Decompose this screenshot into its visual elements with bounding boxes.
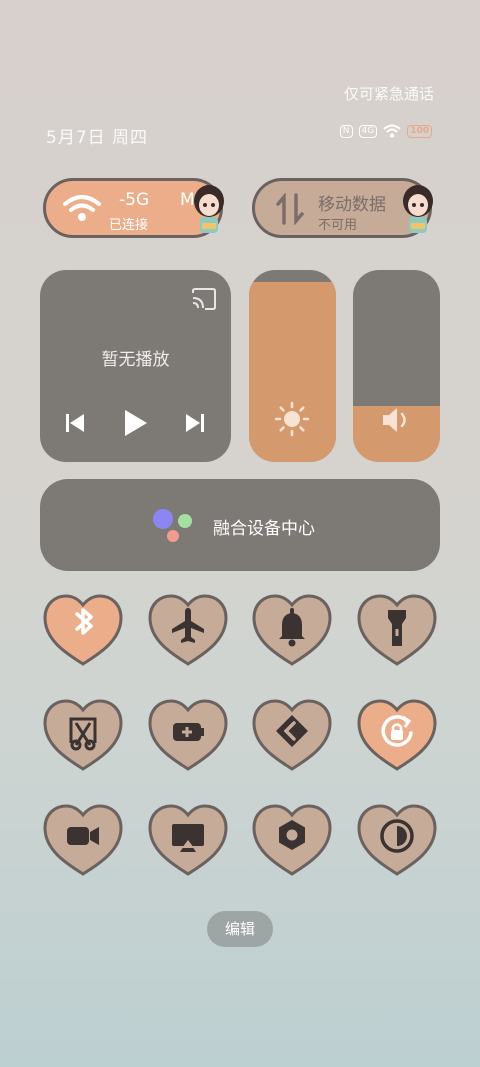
ring-toggle[interactable] [250,592,334,668]
bluetooth-toggle[interactable] [41,592,125,668]
next-icon[interactable] [185,413,205,433]
screen-cast-toggle[interactable] [146,802,230,878]
edit-button[interactable]: 编辑 [207,911,273,947]
speaker-icon [383,408,406,432]
mobile-data-title: 移动数据 [318,195,386,215]
brightness-slider[interactable] [249,270,336,462]
emergency-call-text: 仅可紧急通话 [343,85,434,103]
flashlight-toggle[interactable] [355,592,439,668]
date-text: 5月7日 周四 [46,128,149,148]
hub-label: 融合设备中心 [213,519,315,539]
device-hub-button[interactable]: 融合设备中心 [40,479,440,571]
media-title: 暂无播放 [101,350,170,370]
wifi-icon [63,195,101,221]
avatar-sticker [403,185,433,233]
wifi-status-icon [383,124,401,138]
battery-icon: 100 [407,124,432,138]
mobile-data-toggle[interactable]: 移动数据 不可用 [252,178,433,238]
wifi-name: -5G [119,190,150,210]
cast-icon[interactable] [191,288,217,310]
avatar-sticker [194,185,224,233]
volume-slider[interactable] [353,270,440,462]
battery-saver-toggle[interactable] [146,697,230,773]
data-arrows-icon [276,193,304,225]
hub-dots-icon [153,509,192,542]
airplane-toggle[interactable] [146,592,230,668]
previous-icon[interactable] [65,413,85,433]
media-player[interactable]: 暂无播放 [40,270,231,462]
wifi-toggle[interactable]: -5G M 已连接 [43,178,224,238]
screenshot-toggle[interactable] [41,697,125,773]
play-icon[interactable] [123,408,149,438]
brightness-icon [274,401,310,437]
dark-mode-toggle[interactable] [355,802,439,878]
nfc-icon: N [339,124,353,138]
share-toggle[interactable] [250,697,334,773]
screen-record-icon [67,827,99,845]
mobile-data-status: 不可用 [318,218,358,233]
wifi-status: 已连接 [109,218,149,233]
battery-saver-icon [172,723,204,741]
status-icons: N 4G 100 [339,124,432,138]
signal-icon: 4G [358,124,378,138]
screen-record-toggle[interactable] [41,802,125,878]
settings-toggle[interactable] [250,802,334,878]
rotation-lock-toggle[interactable] [355,697,439,773]
